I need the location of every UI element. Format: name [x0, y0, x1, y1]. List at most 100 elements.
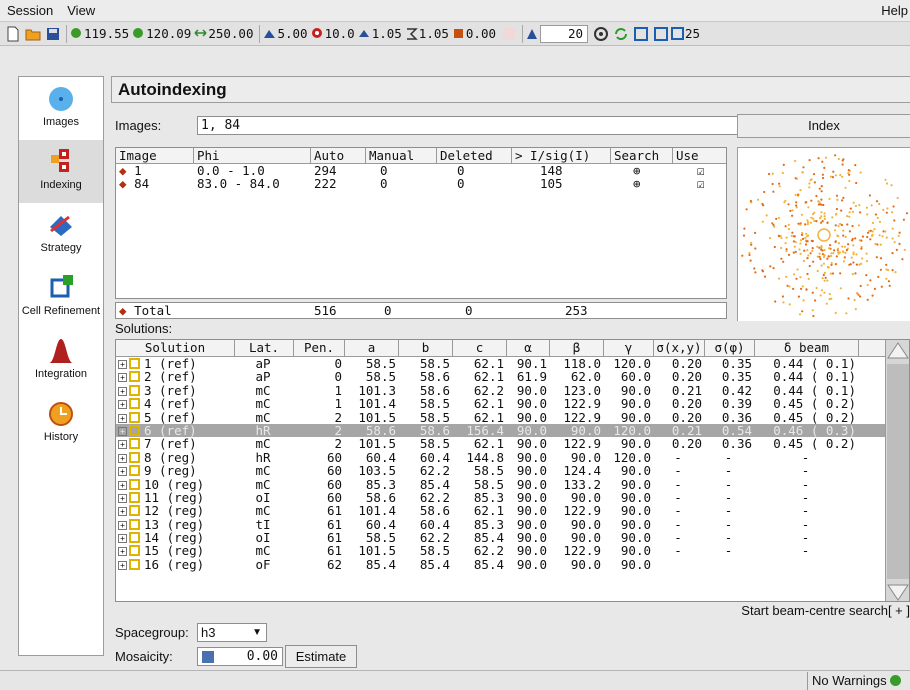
diffraction-spot	[812, 173, 816, 176]
open-folder-icon[interactable]	[25, 26, 41, 42]
solutions-col-header[interactable]: σ(φ)	[705, 340, 755, 356]
lattice-icon	[129, 424, 140, 436]
solution-row[interactable]: +15 (reg) mC 61 101.5 58.5 62.2 90.0 122.9 90.0 -…	[116, 544, 909, 558]
expand-icon[interactable]: +	[118, 440, 127, 450]
solutions-col-header[interactable]: c	[453, 340, 507, 356]
nav-cell-refinement[interactable]: Cell Refinement	[19, 266, 103, 329]
lattice-alt-icon[interactable]	[653, 26, 669, 42]
solution-row[interactable]: +5 (ref) mC 2 101.5 58.5 62.1 90.0 122.9 90.0 0.2…	[116, 410, 909, 424]
solution-row[interactable]: +13 (reg) tI 61 60.4 60.4 85.3 90.0 90.0 90.0 - - -	[116, 517, 909, 531]
solutions-col-header[interactable]: β	[550, 340, 604, 356]
zoom-field[interactable]: 25	[671, 26, 700, 41]
target-icon[interactable]	[593, 26, 609, 42]
new-file-icon[interactable]	[5, 26, 21, 42]
two-theta-field[interactable]: 5.00	[263, 26, 308, 41]
col-deleted[interactable]: Deleted	[437, 148, 512, 163]
solutions-col-header[interactable]: a	[345, 340, 399, 356]
col-manual[interactable]: Manual	[366, 148, 437, 163]
wavelength-field[interactable]: 1.05	[358, 26, 402, 41]
nav-strategy[interactable]: Strategy	[19, 203, 103, 266]
diffraction-spot	[797, 222, 800, 225]
solution-cell: mC	[255, 503, 271, 519]
col-phi[interactable]: Phi	[194, 148, 311, 163]
solutions-col-header[interactable]: γ	[604, 340, 654, 356]
images-input[interactable]: 1, 84	[197, 116, 752, 135]
solution-row[interactable]: +7 (ref) mC 2 101.5 58.5 62.1 90.0 122.9 90.0 0.2…	[116, 436, 909, 452]
solution-row[interactable]: +11 (reg) oI 60 58.6 62.2 85.3 90.0 90.0 90.0 - - -	[116, 491, 909, 504]
expand-icon[interactable]: +	[118, 453, 127, 463]
menu-help[interactable]: Help	[881, 3, 908, 18]
expand-icon[interactable]: +	[118, 480, 127, 490]
menu-session[interactable]: Session	[0, 3, 60, 18]
nav-images[interactable]: Images	[19, 77, 103, 140]
solutions-col-header[interactable]: σ(x,y)	[654, 340, 705, 356]
col-use[interactable]: Use	[673, 148, 726, 163]
solution-row[interactable]: +14 (reg) oI 61 58.5 62.2 85.4 90.0 90.0 90.0 - - -	[116, 531, 909, 544]
expand-icon[interactable]: +	[118, 467, 127, 477]
solution-row[interactable]: +2 (ref) aP 0 58.5 58.6 62.1 61.9 62.0 60.0 0.20 0…	[116, 370, 909, 384]
oscillation-field[interactable]: 1.05	[405, 26, 449, 41]
nav-history[interactable]: History	[19, 392, 103, 455]
expand-icon[interactable]: +	[118, 386, 127, 396]
nav-integration[interactable]: Integration	[19, 329, 103, 392]
solution-row[interactable]: +12 (reg) mC 61 101.4 58.6 62.1 90.0 122.9 90.0 -…	[116, 503, 909, 519]
col-auto[interactable]: Auto	[311, 148, 366, 163]
save-icon[interactable]	[45, 26, 61, 42]
expand-icon[interactable]: +	[118, 534, 127, 544]
search-target-icon[interactable]: ⊕	[611, 164, 673, 177]
solution-row[interactable]: +16 (reg) oF 62 85.4 85.4 85.4 90.0 90.0 90.0	[116, 557, 909, 571]
expand-icon[interactable]: +	[118, 413, 127, 423]
diffraction-spot	[830, 261, 833, 265]
distance-field[interactable]: 250.00	[194, 26, 253, 41]
resolution-field[interactable]: 10.0	[311, 26, 355, 41]
mosaicity-field[interactable]: 0.00	[197, 647, 283, 666]
use-checkbox[interactable]: ☑	[673, 177, 726, 190]
col-image[interactable]: Image	[116, 148, 194, 163]
solution-row[interactable]: +3 (ref) mC 1 101.3 58.6 62.2 90.0 123.0 90.0 0.2…	[116, 383, 909, 397]
solution-row[interactable]: +10 (reg) mC 60 85.3 85.4 58.5 90.0 133.2 90.0 - -…	[116, 477, 909, 491]
beam-centre-search-button[interactable]: Start beam-centre search[ + ]	[741, 603, 910, 618]
solution-row[interactable]: +8 (reg) hR 60 60.4 60.4 144.8 90.0 90.0 120.0 - -…	[116, 450, 909, 464]
estimate-button[interactable]: Estimate	[285, 645, 357, 668]
diffraction-spot	[802, 259, 805, 263]
col-search[interactable]: Search	[611, 148, 673, 163]
nav-indexing[interactable]: Indexing	[19, 140, 103, 203]
expand-icon[interactable]: +	[118, 360, 127, 369]
expand-icon[interactable]: +	[118, 400, 127, 410]
solution-row[interactable]: +4 (ref) mC 1 101.4 58.5 62.1 90.0 122.9 90.0 0.2…	[116, 397, 909, 411]
diffraction-spot	[804, 243, 808, 246]
solutions-scrollbar[interactable]	[885, 340, 909, 601]
solution-row[interactable]: +1 (ref) aP 0 58.5 58.5 62.1 90.1 118.0 120.0 0.2…	[116, 357, 909, 370]
refresh-icon[interactable]	[613, 26, 629, 42]
lattice-icon[interactable]	[633, 26, 649, 42]
expand-icon[interactable]: +	[118, 547, 127, 557]
expand-icon[interactable]: +	[118, 507, 127, 517]
diffraction-preview[interactable]	[737, 147, 910, 321]
solutions-col-header[interactable]: b	[399, 340, 453, 356]
solutions-col-header[interactable]: Pen.	[294, 340, 345, 356]
solutions-col-header[interactable]: δ beam	[755, 340, 859, 356]
offset-field[interactable]: 0.00	[452, 26, 496, 41]
solution-cell: 0.45 ( 0.2)	[773, 436, 856, 452]
col-isig[interactable]: > I/sig(I)	[512, 148, 611, 163]
spot-size-field[interactable]: 20	[526, 24, 589, 43]
mask-icon[interactable]	[501, 26, 517, 42]
expand-icon[interactable]: +	[118, 493, 127, 503]
solutions-col-header[interactable]: Lat.	[235, 340, 294, 356]
solutions-col-header[interactable]: Solution	[116, 340, 235, 356]
menu-view[interactable]: View	[60, 3, 102, 18]
expand-icon[interactable]: +	[118, 373, 127, 383]
beam-y-field[interactable]: 120.09	[132, 26, 191, 41]
spacegroup-select[interactable]: h3 ▼	[197, 623, 267, 642]
expand-icon[interactable]: +	[118, 426, 127, 436]
diffraction-spot	[785, 236, 788, 239]
solution-row[interactable]: +6 (ref) hR 2 58.6 58.6 156.4 90.0 90.0 120.0 0.2…	[116, 424, 909, 437]
expand-icon[interactable]: +	[118, 560, 127, 570]
index-button[interactable]: Index	[737, 114, 910, 138]
beam-x-field[interactable]: 119.55	[70, 26, 129, 41]
solutions-col-header[interactable]: α	[507, 340, 550, 356]
search-target-icon[interactable]: ⊕	[611, 177, 673, 190]
expand-icon[interactable]: +	[118, 520, 127, 530]
table-row[interactable]: ◆ 84 83.0 - 84.0 222 0 0 105 ⊕ ☑	[116, 177, 726, 190]
solution-row[interactable]: +9 (reg) mC 60 103.5 62.2 58.5 90.0 124.4 90.0 - -…	[116, 464, 909, 478]
